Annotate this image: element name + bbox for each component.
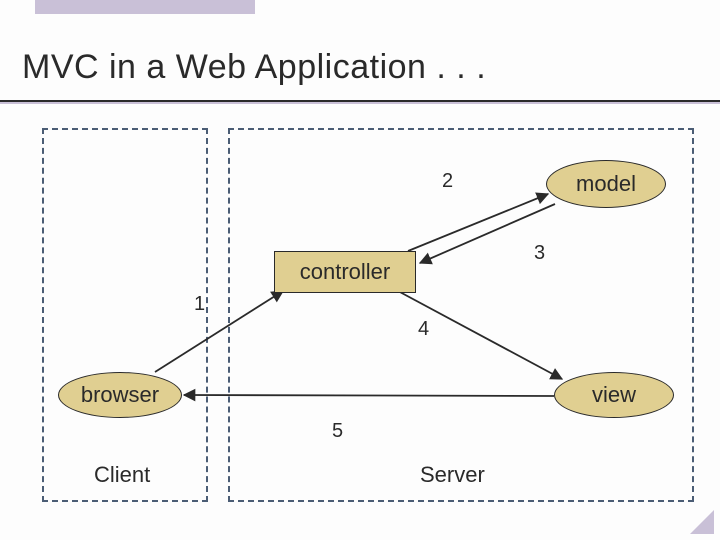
model-label: model — [576, 171, 636, 197]
browser-node: browser — [58, 372, 182, 418]
edge-label-2: 2 — [442, 170, 453, 193]
decorative-top-bar — [35, 0, 255, 14]
controller-node: controller — [274, 251, 416, 293]
controller-label: controller — [300, 259, 390, 285]
view-label: view — [592, 382, 636, 408]
client-group-box — [42, 128, 208, 502]
edge-label-1: 1 — [194, 293, 205, 316]
server-group-label: Server — [420, 462, 485, 488]
slide-title: MVC in a Web Application . . . — [22, 48, 486, 87]
model-node: model — [546, 160, 666, 208]
slide: MVC in a Web Application . . . browser c… — [0, 0, 720, 540]
edge-label-4: 4 — [418, 318, 429, 341]
view-node: view — [554, 372, 674, 418]
edge-label-3: 3 — [534, 242, 545, 265]
page-curl-icon — [690, 510, 714, 534]
title-underline — [0, 100, 720, 102]
client-group-label: Client — [94, 462, 150, 488]
edge-label-5: 5 — [332, 420, 343, 443]
browser-label: browser — [81, 382, 159, 408]
